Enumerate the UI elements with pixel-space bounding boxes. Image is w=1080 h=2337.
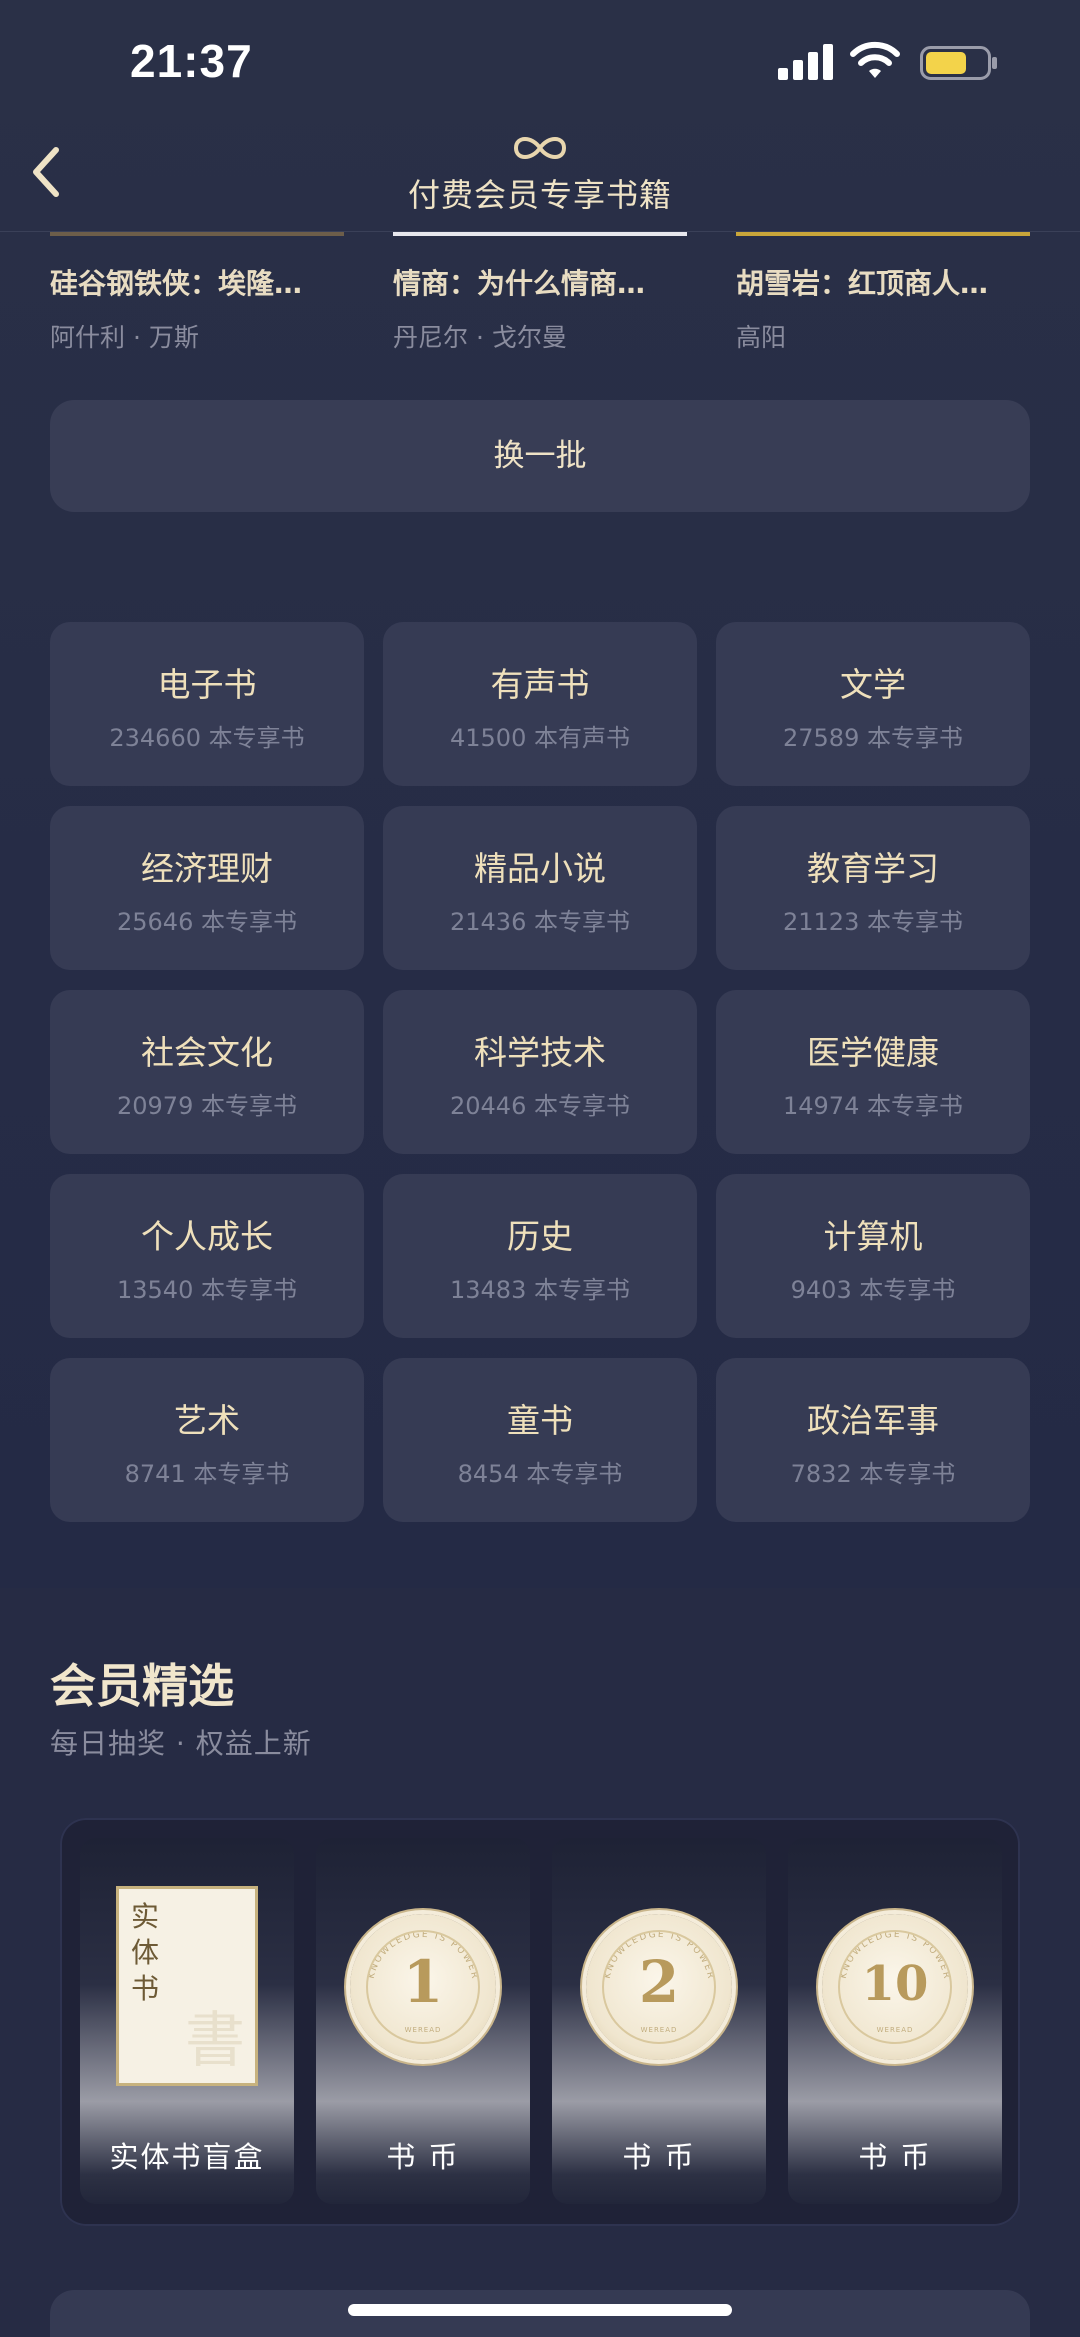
category-card[interactable]: 教育学习 21123 本专享书	[716, 806, 1030, 970]
category-card[interactable]: 文学 27589 本专享书	[716, 622, 1030, 786]
status-time: 21:37	[130, 35, 253, 87]
book-author: 高阳	[736, 323, 787, 352]
coin-value: 1	[402, 1948, 444, 2016]
category-name: 文学	[840, 665, 906, 704]
category-name: 计算机	[823, 1217, 923, 1256]
category-count: 14974 本专享书	[783, 1092, 963, 1120]
book-title[interactable]: 情商：为什么情商…	[393, 262, 693, 302]
nav-bar: 付费会员专享书籍	[0, 120, 1080, 232]
coin-value: 2	[638, 1948, 680, 2016]
category-card[interactable]: 电子书 234660 本专享书	[50, 622, 364, 786]
category-name: 医学健康	[807, 1033, 939, 1072]
category-name: 经济理财	[141, 849, 273, 888]
book-box-mark: 書	[185, 2006, 245, 2076]
book-cover-edge[interactable]	[393, 232, 687, 236]
category-count: 8454 本专享书	[457, 1460, 623, 1488]
book-box-text: 实体书	[131, 1900, 160, 2005]
status-bar: 21:37	[0, 0, 1080, 120]
book-box-icon: 实体书 書	[116, 1886, 258, 2086]
category-name: 电子书	[157, 665, 257, 704]
category-name: 有声书	[490, 665, 590, 704]
reward-label: 书 币	[622, 2140, 696, 2174]
reward-card-book-box[interactable]: 实体书 書 实体书盲盒	[80, 1838, 294, 2204]
category-name: 科学技术	[474, 1033, 606, 1072]
category-card[interactable]: 医学健康 14974 本专享书	[716, 990, 1030, 1154]
book-author: 丹尼尔 · 戈尔曼	[393, 323, 567, 352]
book-author: 阿什利 · 万斯	[50, 323, 199, 352]
category-name: 社会文化	[141, 1033, 273, 1072]
reward-card-coin[interactable]: KNOWLEDGE IS POWER WEREAD 2 书 币	[552, 1838, 766, 2204]
category-name: 童书	[507, 1401, 573, 1440]
reward-label: 书 币	[386, 2140, 460, 2174]
category-count: 21436 本专享书	[450, 908, 630, 936]
category-card[interactable]: 个人成长 13540 本专享书	[50, 1174, 364, 1338]
category-card[interactable]: 历史 13483 本专享书	[383, 1174, 697, 1338]
reward-panel: 实体书 書 实体书盲盒 KNOWLEDGE IS POWER WEREAD 1 …	[60, 1818, 1020, 2226]
category-name: 教育学习	[807, 849, 939, 888]
coin-value: 10	[861, 1956, 929, 2012]
book-cover-edge[interactable]	[736, 232, 1030, 236]
category-count: 234660 本专享书	[109, 724, 305, 752]
refresh-batch-button[interactable]: 换一批	[50, 400, 1030, 512]
section-subtitle: 每日抽奖 · 权益上新	[50, 1727, 312, 1760]
home-indicator	[348, 2304, 732, 2316]
category-count: 9403 本专享书	[790, 1276, 956, 1304]
category-card[interactable]: 精品小说 21436 本专享书	[383, 806, 697, 970]
category-count: 8741 本专享书	[124, 1460, 290, 1488]
reward-card-coin[interactable]: KNOWLEDGE IS POWER WEREAD 10 书 币	[788, 1838, 1002, 2204]
category-count: 21123 本专享书	[783, 908, 963, 936]
book-cover-edge[interactable]	[50, 232, 344, 236]
category-card[interactable]: 社会文化 20979 本专享书	[50, 990, 364, 1154]
reward-card-coin[interactable]: KNOWLEDGE IS POWER WEREAD 1 书 币	[316, 1838, 530, 2204]
category-count: 41500 本有声书	[450, 724, 630, 752]
category-name: 艺术	[174, 1401, 240, 1440]
category-count: 7832 本专享书	[790, 1460, 956, 1488]
category-card[interactable]: 经济理财 25646 本专享书	[50, 806, 364, 970]
category-name: 历史	[507, 1217, 573, 1256]
book-title[interactable]: 硅谷钢铁侠：埃隆…	[50, 262, 350, 302]
category-count: 13483 本专享书	[450, 1276, 630, 1304]
category-count: 13540 本专享书	[117, 1276, 297, 1304]
reward-label: 实体书盲盒	[109, 2140, 265, 2174]
category-count: 25646 本专享书	[117, 908, 297, 936]
infinity-icon	[513, 137, 567, 159]
category-count: 27589 本专享书	[783, 724, 963, 752]
category-count: 20446 本专享书	[450, 1092, 630, 1120]
category-card[interactable]: 政治军事 7832 本专享书	[716, 1358, 1030, 1522]
category-card[interactable]: 科学技术 20446 本专享书	[383, 990, 697, 1154]
category-card[interactable]: 计算机 9403 本专享书	[716, 1174, 1030, 1338]
coin-icon: KNOWLEDGE IS POWER WEREAD 10	[822, 1914, 968, 2060]
coin-icon: KNOWLEDGE IS POWER WEREAD 2	[586, 1914, 732, 2060]
cellular-signal-icon	[778, 44, 833, 80]
category-count: 20979 本专享书	[117, 1092, 297, 1120]
wifi-icon	[850, 41, 900, 78]
book-title[interactable]: 胡雪岩：红顶商人…	[736, 262, 1036, 302]
category-card[interactable]: 艺术 8741 本专享书	[50, 1358, 364, 1522]
category-name: 政治军事	[807, 1401, 939, 1440]
page-title: 付费会员专享书籍	[407, 176, 672, 214]
category-card[interactable]: 童书 8454 本专享书	[383, 1358, 697, 1522]
section-title: 会员精选	[50, 1659, 234, 1713]
battery-icon	[920, 46, 997, 80]
category-card[interactable]: 有声书 41500 本有声书	[383, 622, 697, 786]
reward-label: 书 币	[858, 2140, 932, 2174]
category-name: 精品小说	[474, 849, 606, 888]
book-row: 硅谷钢铁侠：埃隆… 阿什利 · 万斯 情商：为什么情商… 丹尼尔 · 戈尔曼 胡…	[0, 232, 1080, 362]
coin-icon: KNOWLEDGE IS POWER WEREAD 1	[350, 1914, 496, 2060]
category-name: 个人成长	[141, 1217, 273, 1256]
